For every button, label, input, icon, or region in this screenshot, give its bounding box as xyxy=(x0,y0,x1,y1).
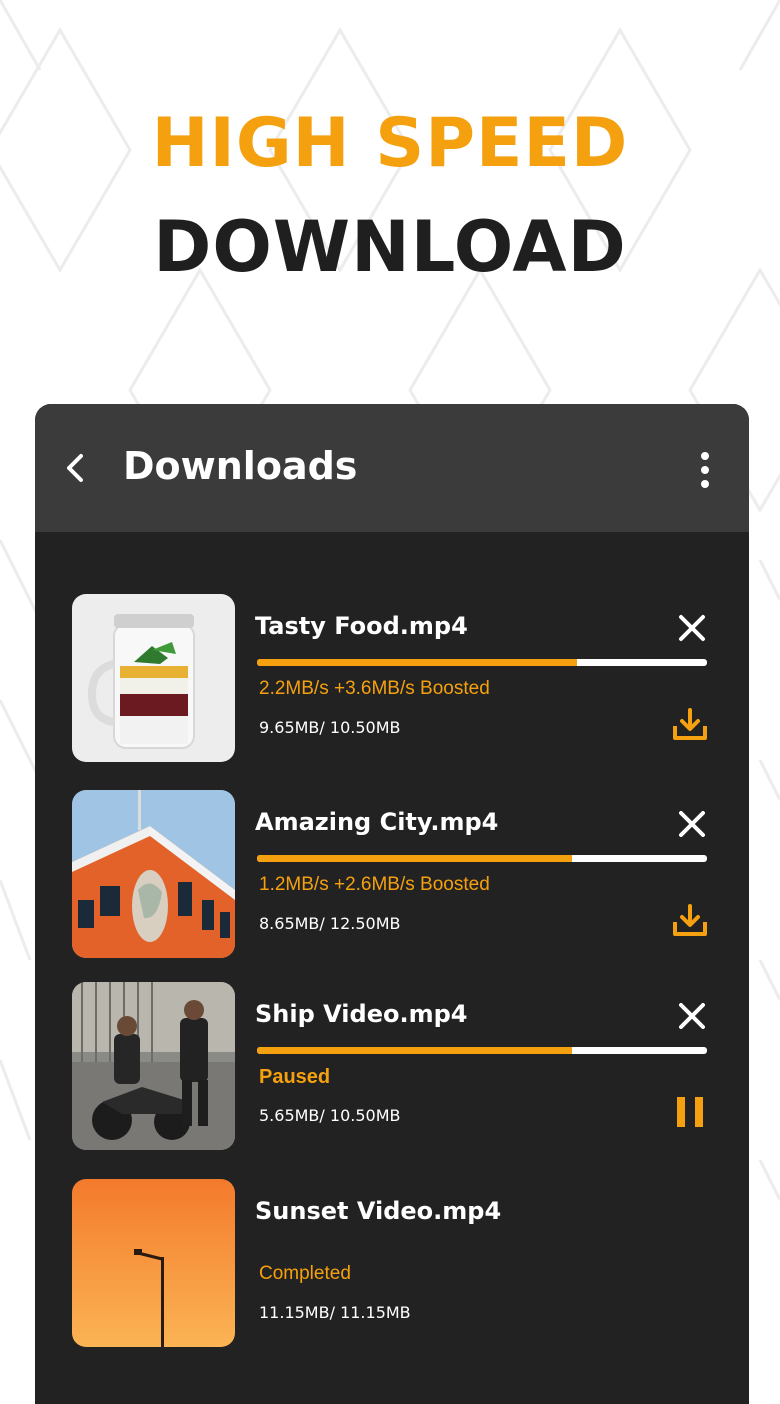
pause-button[interactable] xyxy=(670,1092,710,1132)
headline-high-speed: HIGH SPEED xyxy=(151,104,629,183)
more-vert-icon xyxy=(701,452,709,460)
download-size: 8.65MB/ 12.50MB xyxy=(259,914,401,933)
download-speed: 1.2MB/s +2.6MB/s Boosted xyxy=(259,874,490,895)
download-button[interactable] xyxy=(670,704,710,744)
thumbnail-city xyxy=(72,790,235,958)
file-name: Sunset Video.mp4 xyxy=(255,1197,502,1225)
more-options-button[interactable] xyxy=(691,448,719,492)
close-icon xyxy=(679,615,705,641)
app-bar: Downloads xyxy=(35,404,749,532)
cancel-download-button[interactable] xyxy=(678,1002,706,1030)
thumbnail-people xyxy=(72,982,235,1150)
download-button[interactable] xyxy=(670,900,710,940)
download-item[interactable]: Ship Video.mp4 Paused 5.65MB/ 10.50MB xyxy=(72,982,712,1150)
download-size: 9.65MB/ 10.50MB xyxy=(259,718,401,737)
back-button[interactable] xyxy=(57,448,97,488)
progress-bar xyxy=(257,659,707,666)
download-status: Completed xyxy=(259,1263,351,1284)
file-name: Ship Video.mp4 xyxy=(255,1000,468,1028)
chevron-left-icon xyxy=(67,454,83,482)
progress-bar xyxy=(257,855,707,862)
download-status: Paused xyxy=(259,1066,331,1088)
file-name: Tasty Food.mp4 xyxy=(255,612,468,640)
thumbnail-sunset xyxy=(72,1179,235,1347)
download-size: 11.15MB/ 11.15MB xyxy=(259,1303,411,1322)
headline-download: DOWNLOAD xyxy=(153,206,627,288)
download-item[interactable]: Amazing City.mp4 1.2MB/s +2.6MB/s Booste… xyxy=(72,790,712,958)
page-title: Downloads xyxy=(123,444,358,488)
progress-bar xyxy=(257,1047,707,1054)
cancel-download-button[interactable] xyxy=(678,614,706,642)
close-icon xyxy=(679,1003,705,1029)
pause-icon xyxy=(677,1097,703,1127)
file-name: Amazing City.mp4 xyxy=(255,808,499,836)
download-icon xyxy=(673,708,707,740)
cancel-download-button[interactable] xyxy=(678,810,706,838)
download-item[interactable]: Sunset Video.mp4 Completed 11.15MB/ 11.1… xyxy=(72,1179,712,1347)
thumbnail-food xyxy=(72,594,235,762)
download-size: 5.65MB/ 10.50MB xyxy=(259,1106,401,1125)
downloads-screen: Downloads Tasty Food.mp4 2.2MB/s +3.6MB/… xyxy=(35,404,749,1404)
download-item[interactable]: Tasty Food.mp4 2.2MB/s +3.6MB/s Boosted … xyxy=(72,594,712,762)
download-speed: 2.2MB/s +3.6MB/s Boosted xyxy=(259,678,490,699)
close-icon xyxy=(679,811,705,837)
download-icon xyxy=(673,904,707,936)
